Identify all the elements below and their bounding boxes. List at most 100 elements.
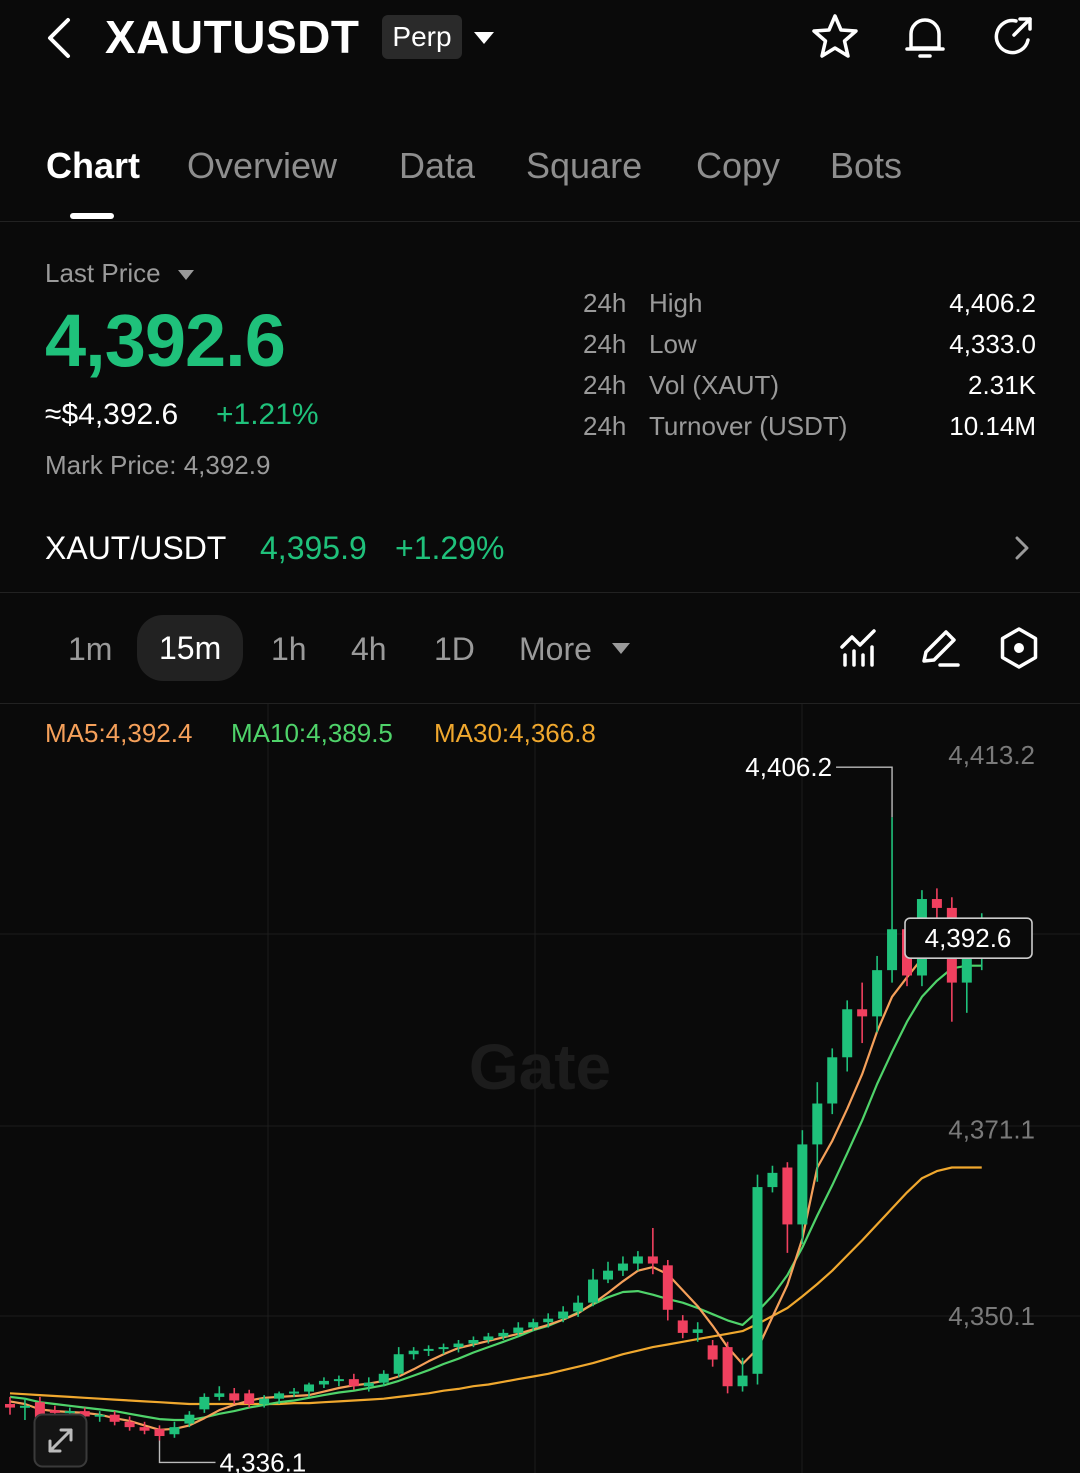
draw-pen-icon[interactable] bbox=[916, 625, 962, 671]
candle-body bbox=[767, 1172, 778, 1188]
settings-hexagon-icon[interactable] bbox=[996, 625, 1042, 671]
candle-body bbox=[842, 1009, 853, 1058]
candle-body bbox=[304, 1384, 314, 1392]
tab-chart[interactable]: Chart bbox=[46, 145, 140, 187]
ma30-legend: MA30:4,366.8 bbox=[434, 718, 596, 748]
candle-body bbox=[782, 1167, 793, 1225]
active-tab-indicator bbox=[70, 213, 114, 219]
last-price-label[interactable]: Last Price bbox=[45, 258, 161, 289]
stat-name: High bbox=[649, 288, 703, 318]
candle-up bbox=[423, 1345, 434, 1357]
current-price-tag: 4,392.6 bbox=[925, 923, 1012, 953]
chevron-right-icon[interactable] bbox=[1010, 532, 1034, 564]
interval-1m[interactable]: 1m bbox=[68, 630, 112, 680]
symbol-title[interactable]: XAUTUSDT bbox=[105, 10, 359, 64]
candle-up bbox=[617, 1256, 628, 1276]
interval-4h[interactable]: 4h bbox=[351, 630, 387, 680]
candle-body bbox=[318, 1380, 329, 1385]
ma5-path bbox=[9, 938, 982, 1431]
stat-row-low: 24h Low 4,333.0 bbox=[583, 329, 1036, 360]
symbol-dropdown-caret-icon[interactable] bbox=[474, 32, 494, 44]
fullscreen-expand-icon[interactable] bbox=[33, 1413, 88, 1468]
high-marker-line bbox=[836, 766, 893, 818]
candle-body bbox=[498, 1332, 509, 1337]
more-caret-icon[interactable] bbox=[612, 643, 630, 654]
last-price-value: 4,392.6 bbox=[45, 299, 286, 382]
spot-pair-name[interactable]: XAUT/USDT bbox=[45, 530, 226, 567]
candles bbox=[5, 817, 987, 1441]
tab-square[interactable]: Square bbox=[526, 145, 642, 187]
candle-up bbox=[767, 1165, 778, 1193]
stat-period: 24h bbox=[583, 411, 627, 441]
candle-up bbox=[318, 1377, 329, 1389]
candle-up bbox=[94, 1411, 105, 1422]
candle-up bbox=[752, 1174, 763, 1385]
star-icon[interactable] bbox=[810, 12, 860, 62]
candle-down bbox=[154, 1425, 165, 1441]
candle-body bbox=[887, 929, 898, 971]
y-tick-label: 4,413.2 bbox=[948, 740, 1035, 770]
candle-up bbox=[603, 1261, 613, 1284]
candle-body bbox=[827, 1057, 838, 1104]
spot-pair-change[interactable]: +1.29% bbox=[395, 530, 504, 567]
candlestick-chart[interactable]: Gate 4,413.2 4,371.1 4,350.1 4,406.2 4,336.… bbox=[0, 704, 1080, 1473]
stat-row-volume: 24h Vol (XAUT) 2.31K bbox=[583, 370, 1036, 401]
stat-name: Vol (XAUT) bbox=[649, 370, 780, 400]
tab-bots[interactable]: Bots bbox=[830, 145, 902, 187]
price-markers: 4,406.2 4,336.1 4,392.6 bbox=[158, 752, 1033, 1473]
bell-icon[interactable] bbox=[900, 12, 950, 62]
candle-body bbox=[274, 1393, 285, 1399]
candle-body bbox=[94, 1414, 105, 1417]
candle-body bbox=[662, 1265, 673, 1310]
spot-pair-price[interactable]: 4,395.9 bbox=[260, 530, 367, 567]
candle-down bbox=[229, 1388, 240, 1405]
last-price-caret-icon[interactable] bbox=[178, 270, 194, 280]
candle-body bbox=[348, 1379, 359, 1387]
y-tick-label: 4,350.1 bbox=[948, 1301, 1035, 1331]
candle-down bbox=[857, 982, 868, 1044]
contract-type-badge[interactable]: Perp bbox=[382, 15, 462, 59]
spot-divider bbox=[0, 592, 1080, 593]
candle-body bbox=[244, 1393, 255, 1405]
candle-up bbox=[19, 1398, 30, 1421]
candle-up bbox=[827, 1048, 838, 1115]
tab-overview[interactable]: Overview bbox=[187, 145, 337, 187]
indicator-icon[interactable] bbox=[836, 625, 882, 671]
interval-1d[interactable]: 1D bbox=[434, 630, 475, 680]
candle-body bbox=[632, 1256, 643, 1264]
candle-body bbox=[468, 1340, 479, 1344]
stat-value: 4,406.2 bbox=[949, 288, 1036, 318]
tab-copy[interactable]: Copy bbox=[696, 145, 780, 187]
candle-up bbox=[214, 1386, 225, 1401]
back-arrow-icon[interactable] bbox=[40, 14, 84, 62]
stat-value: 10.14M bbox=[949, 411, 1036, 441]
candle-body bbox=[184, 1414, 195, 1424]
candle-up bbox=[887, 817, 898, 983]
stat-name: Turnover (USDT) bbox=[649, 411, 848, 441]
candle-body bbox=[812, 1103, 823, 1145]
interval-more[interactable]: More bbox=[519, 630, 592, 680]
candle-body bbox=[752, 1187, 763, 1374]
mark-price-value: 4,392.9 bbox=[183, 450, 271, 480]
share-icon[interactable] bbox=[988, 12, 1038, 62]
candle-body bbox=[543, 1318, 554, 1323]
candle-body bbox=[333, 1379, 344, 1382]
candle-body bbox=[154, 1428, 165, 1437]
candle-body bbox=[229, 1393, 240, 1401]
mark-price: Mark Price: 4,392.9 bbox=[45, 450, 270, 481]
candle-body bbox=[438, 1347, 449, 1350]
candle-down bbox=[707, 1340, 718, 1367]
candle-body bbox=[677, 1320, 688, 1333]
candle-body bbox=[124, 1421, 135, 1428]
candle-body bbox=[423, 1348, 434, 1351]
candle-body bbox=[558, 1311, 569, 1319]
interval-1h[interactable]: 1h bbox=[271, 630, 307, 680]
tab-data[interactable]: Data bbox=[399, 145, 475, 187]
interval-15m[interactable]: 15m bbox=[137, 615, 244, 681]
candle-body bbox=[857, 1009, 868, 1017]
candle-body bbox=[199, 1396, 210, 1410]
stat-value: 4,333.0 bbox=[949, 329, 1036, 359]
candle-body bbox=[647, 1256, 658, 1264]
watermark-text: Gate bbox=[469, 1031, 611, 1103]
candle-up bbox=[812, 1082, 823, 1182]
